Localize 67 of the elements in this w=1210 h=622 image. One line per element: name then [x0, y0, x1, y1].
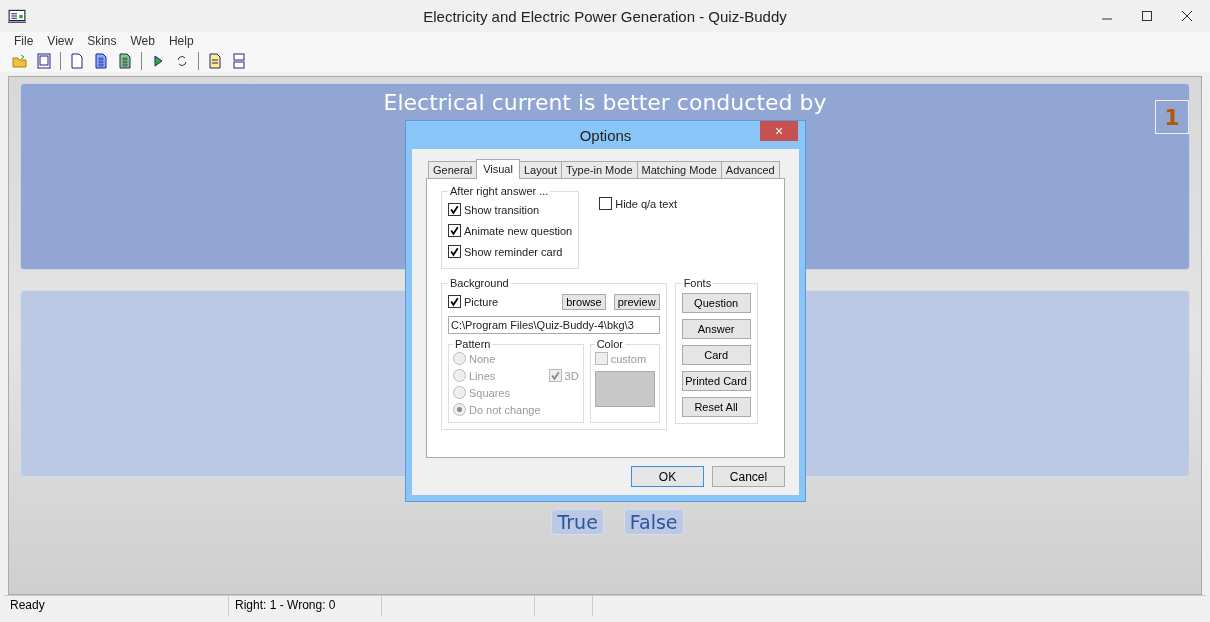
tab[interactable]: Layout [518, 161, 562, 178]
true-false-choice[interactable]: True [551, 509, 604, 535]
menu-item[interactable]: Skins [87, 34, 117, 48]
color-swatch[interactable] [594, 371, 655, 407]
tab[interactable]: General [428, 161, 478, 178]
group-title: Pattern [454, 338, 492, 350]
checkbox-label: 3D [564, 369, 579, 382]
grid-document-icon[interactable] [117, 53, 133, 69]
true-false-choice[interactable]: False [623, 509, 684, 535]
group-title: Background [449, 277, 510, 289]
question-text: Electrical current is better conducted by [383, 90, 827, 115]
checkbox-label: Show reminder card [464, 245, 563, 258]
radio-label: None [469, 352, 496, 365]
menu-item[interactable]: Web [130, 34, 155, 48]
path-field[interactable]: C:\Program Files\Quiz-Buddy-4\bkg\3 [448, 316, 660, 334]
app-icon [8, 9, 26, 23]
dialog-button[interactable]: OK [631, 466, 704, 487]
checkbox[interactable] [448, 224, 461, 237]
group-title: Fonts [682, 277, 713, 289]
window-title: Electricity and Electric Power Generation - Quiz-Buddy [422, 7, 788, 25]
radio-button[interactable] [453, 352, 466, 365]
radio-label: Lines [469, 369, 496, 382]
font-button[interactable]: Printed Card [681, 371, 751, 391]
group-title: After right answer ... [449, 185, 550, 197]
note-icon[interactable] [207, 53, 223, 69]
radio-label: Squares [469, 386, 510, 399]
checkbox-label: Animate new question [464, 224, 573, 237]
radio-button[interactable] [453, 369, 466, 382]
checkbox[interactable] [448, 245, 461, 258]
checkbox-label: Show transition [464, 203, 540, 216]
font-button[interactable]: Answer [681, 319, 751, 339]
browse-button[interactable]: browse [562, 293, 606, 310]
menu-item[interactable]: Help [168, 34, 194, 48]
question-counter: 1 [1155, 100, 1189, 134]
tab[interactable]: Visual [476, 159, 520, 179]
tab[interactable]: Advanced [720, 161, 780, 178]
grid-document-icon[interactable] [93, 53, 109, 69]
close-icon[interactable] [1182, 11, 1192, 21]
checkbox-label: Picture [464, 295, 499, 308]
dialog-button[interactable]: Cancel [712, 466, 785, 487]
menu-item[interactable]: View [47, 34, 74, 48]
dialog-title: Options [579, 126, 632, 144]
window-icon[interactable] [36, 53, 52, 69]
tab[interactable]: Matching Mode [636, 161, 722, 178]
radio-button[interactable] [453, 386, 466, 399]
group-title: Color [595, 338, 624, 350]
checkbox[interactable] [448, 295, 461, 308]
checkbox-label: custom [610, 352, 647, 365]
checkbox[interactable] [599, 197, 613, 210]
font-button[interactable]: Card [681, 345, 751, 365]
split-panels-icon[interactable] [231, 53, 247, 69]
preview-button[interactable]: preview [613, 293, 660, 310]
maximize-icon[interactable] [1142, 11, 1152, 21]
radio-button[interactable] [453, 403, 466, 416]
menu-item[interactable]: File [14, 34, 34, 48]
tab[interactable]: Type-in Mode [560, 161, 638, 178]
font-button[interactable]: Question [681, 293, 751, 313]
checkbox[interactable] [448, 203, 461, 216]
checkbox-label: Hide q/a text [615, 197, 677, 210]
font-button[interactable]: Reset All [681, 397, 751, 417]
document-icon[interactable] [69, 53, 85, 69]
status-text: Right: 1 - Wrong: 0 [235, 598, 336, 612]
checkbox[interactable] [548, 369, 562, 382]
close-button[interactable]: × [760, 121, 798, 141]
checkbox[interactable] [594, 352, 608, 365]
radio-label: Do not change [469, 403, 541, 416]
status-text: Ready [10, 598, 45, 612]
